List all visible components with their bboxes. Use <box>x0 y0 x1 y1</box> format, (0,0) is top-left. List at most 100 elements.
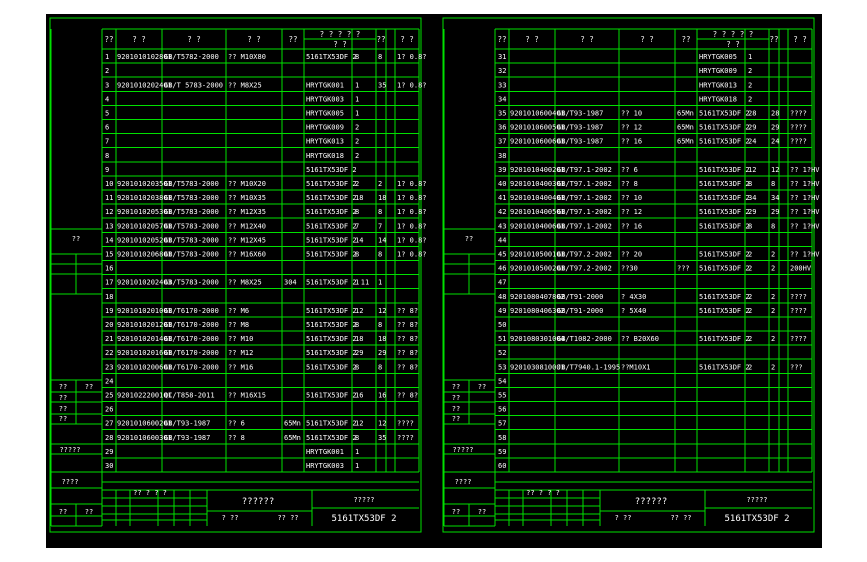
right-row-name: ??M10X1 <box>621 363 651 371</box>
left-row-note: 1? 0.8? <box>397 53 427 61</box>
left-row-name: ?? M10X20 <box>228 180 266 188</box>
right-side-label: ?? <box>452 508 460 516</box>
left-row-qty-b: 12 <box>378 307 386 315</box>
left-row-name: ?? M16 <box>228 363 253 371</box>
left-row-mat: 65Mn <box>284 420 301 428</box>
left-row-no: 14 <box>105 236 113 244</box>
left-row-name: ?? M10X35 <box>228 194 266 202</box>
left-row-no: 24 <box>105 377 113 385</box>
left-row-part: 5161TX53DF 2 11 <box>306 279 369 287</box>
right-row-part: 5161TX53DF 2 <box>699 194 750 202</box>
left-row-note: 1? 0.8? <box>397 251 427 259</box>
right-hdr-no: ?? <box>497 35 506 44</box>
right-row-no: 54 <box>498 377 506 385</box>
right-row-qty-a: 2 <box>748 363 752 371</box>
right-row-qty-b: 29 <box>771 208 779 216</box>
right-row-std: GB/T97.1-2002 <box>557 208 612 216</box>
left-row-qty-a: 1 <box>355 81 359 89</box>
right-row-note: ???? <box>790 138 807 146</box>
left-row-qty-b: 8 <box>378 321 382 329</box>
right-tb-group: ????? <box>746 496 767 504</box>
left-tb-part: 5161TX53DF 2 <box>331 514 396 524</box>
right-row-no: 46 <box>498 265 506 273</box>
right-row-no: 50 <box>498 321 506 329</box>
left-row-part: 5161TX53DF 2 <box>306 321 357 329</box>
left-row-qty-b: 8 <box>378 53 382 61</box>
right-row-note: ??? <box>790 363 803 371</box>
right-row-part: 5161TX53DF 2 <box>699 307 750 315</box>
left-row-note: 1? 0.8? <box>397 236 427 244</box>
right-hdr-name: ? ? <box>640 35 654 44</box>
right-row-note: ?? 1?HV <box>790 251 820 259</box>
right-row-std: GB/T93-1987 <box>557 124 603 132</box>
left-row-std: GB/T6170-2000 <box>164 349 219 357</box>
left-tb-small: ?? ? ? ? <box>133 489 167 497</box>
right-row-mat: 65Mn <box>677 110 694 118</box>
left-row-qty-b: 35 <box>378 81 386 89</box>
right-row-no: 38 <box>498 152 506 160</box>
left-row-qty-a: 1 <box>355 448 359 456</box>
right-side-label: ?? <box>452 415 460 423</box>
right-row-no: 35 <box>498 110 506 118</box>
right-side-label: ?? <box>478 508 486 516</box>
right-row-no: 56 <box>498 406 506 414</box>
right-row-name: ?? 12 <box>621 208 642 216</box>
left-side-label: ????? <box>59 446 80 454</box>
right-row-note: ?? 1?HV <box>790 194 820 202</box>
left-row-note: 1? 0.8? <box>397 194 427 202</box>
right-row-no: 53 <box>498 363 506 371</box>
left-row-qty-a: 12 <box>355 307 363 315</box>
drawing-viewport[interactable]: ??? ?? ?? ???? ? ? ? ?? ???? ? 1 920101010… <box>46 14 822 548</box>
right-row-qty-a: 2 <box>748 251 752 259</box>
left-row-part: 5161TX53DF 2 <box>306 236 357 244</box>
left-row-qty-a: 7 <box>355 222 359 230</box>
right-row-qty-b: 2 <box>771 293 775 301</box>
left-row-name: ?? 8 <box>228 434 245 442</box>
left-row-std: GB/T5783-2000 <box>164 222 219 230</box>
left-row-qty-a: 8 <box>355 251 359 259</box>
right-row-no: 47 <box>498 279 506 287</box>
left-row-no: 23 <box>105 363 113 371</box>
left-hdr-no: ?? <box>104 35 113 44</box>
left-hdr-qty: ?? <box>288 35 297 44</box>
right-row-name: ? 5X40 <box>621 307 646 315</box>
left-row-no: 28 <box>105 434 113 442</box>
left-row-no: 21 <box>105 335 113 343</box>
left-row-part: 5161TX53DF 2 <box>306 335 357 343</box>
left-row-part: HRYTGK001 <box>306 448 344 456</box>
left-row-no: 3 <box>105 81 109 89</box>
left-row-part: 5161TX53DF 2 <box>306 166 357 174</box>
right-row-qty-b: 34 <box>771 194 779 202</box>
right-row-qty-b: 29 <box>771 124 779 132</box>
right-row-no: 36 <box>498 124 506 132</box>
right-row-no: 34 <box>498 95 506 103</box>
left-hdr-std: ? ? <box>187 35 201 44</box>
left-row-name: ?? 6 <box>228 420 245 428</box>
left-row-part: HRYTGK009 <box>306 124 344 132</box>
left-row-qty-a: 8 <box>355 53 359 61</box>
right-side-label: ?? <box>452 383 460 391</box>
right-row-name: ?? 16 <box>621 138 642 146</box>
left-row-qty-b: 18 <box>378 194 386 202</box>
left-row-part: 5161TX53DF 2 <box>306 392 357 400</box>
left-row-no: 5 <box>105 110 109 118</box>
right-row-no: 44 <box>498 236 506 244</box>
left-row-no: 7 <box>105 138 109 146</box>
left-tb-date: ? ?? <box>222 514 239 522</box>
right-row-std: GB/T97.2-2002 <box>557 251 612 259</box>
left-row-name: ?? M6 <box>228 307 249 315</box>
right-row-qty-a: 28 <box>748 110 756 118</box>
right-row-note: 200HV <box>790 265 812 273</box>
left-row-qty-a: 2 <box>355 152 359 160</box>
left-row-no: 15 <box>105 251 113 259</box>
left-row-no: 25 <box>105 392 113 400</box>
left-row-qty-b: 1 <box>378 279 382 287</box>
right-hdr-mat: ? ? ? ? ? <box>713 30 754 39</box>
right-row-qty-b: 28 <box>771 110 779 118</box>
left-row-qty-b: 8 <box>378 363 382 371</box>
right-row-qty-b: 2 <box>771 307 775 315</box>
left-row-qty-a: 2 <box>355 138 359 146</box>
right-row-qty-a: 34 <box>748 194 756 202</box>
right-row-qty-a: 24 <box>748 138 756 146</box>
right-side-label: ?? <box>452 394 460 402</box>
